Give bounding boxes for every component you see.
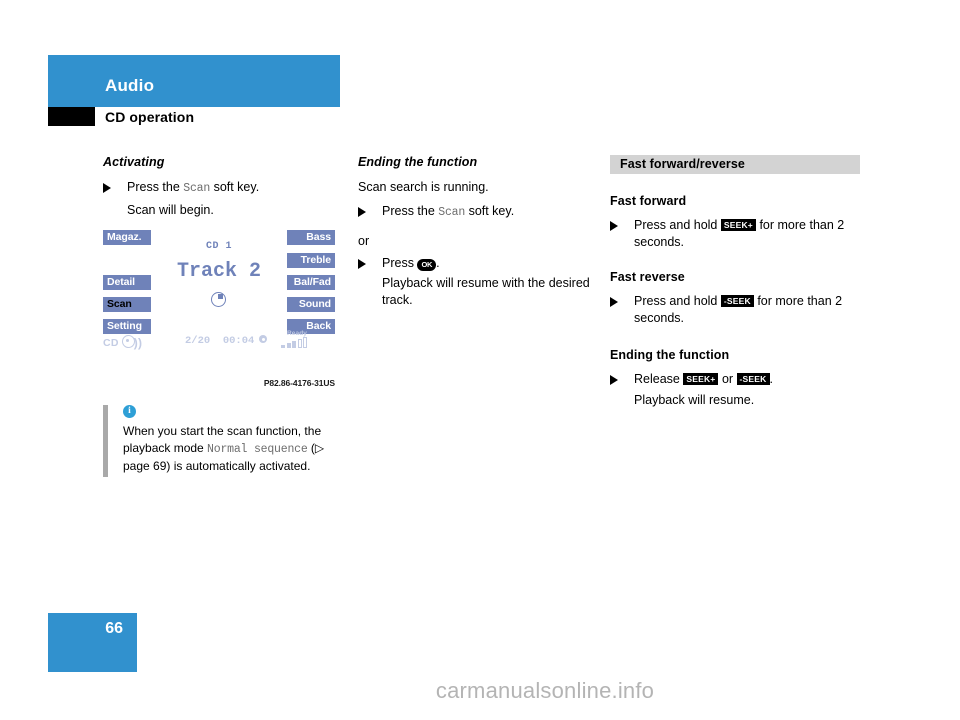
triangle-bullet-icon [358,258,366,269]
seek-forward-key-icon: SEEK+ [683,373,719,385]
step-release-seek: Release SEEK+ or -SEEK. [610,371,860,388]
step-text-prefix: Press and hold [634,218,721,232]
fast-reverse-heading: Fast reverse [610,270,685,284]
playback-resume-text: Playback will resume with the desired tr… [382,276,590,307]
page-section-title: Audio [105,76,155,95]
ending-function-heading: Ending the function [358,155,478,169]
step-text-suffix: . [436,255,440,270]
right-column: Fast forward/reverse Fast forward Press … [610,155,860,420]
scan-running-text: Scan search is running. [358,180,489,194]
seek-reverse-key-icon: -SEEK [736,373,770,385]
seek-forward-key-icon: SEEK+ [720,219,756,231]
fast-forward-heading: Fast forward [610,194,687,208]
page-title: CD operation [105,109,195,125]
triangle-bullet-icon [610,221,618,231]
step-text-suffix: soft key. [210,180,260,194]
triangle-bullet-icon [358,206,366,217]
softkey-sound[interactable]: Sound [287,297,335,312]
step-text-suffix: . [769,372,773,386]
figure-caption: P82.86-4176-31US [263,378,335,388]
header-band [48,55,340,107]
step-press-scan: Press the Scan soft key. [103,179,335,198]
or-separator: or [358,234,370,248]
middle-column: Ending the function Scan search is runni… [358,155,594,320]
signal-strength-icon [281,337,321,348]
step-text-prefix: Release [634,372,684,386]
activating-heading: Activating [103,155,165,169]
triangle-bullet-icon [610,297,618,307]
ready-label: Ready [287,330,308,337]
step-press-ok: Press OK. [358,255,594,272]
disc-activity-icon [259,335,268,343]
display-track-position: 2/20 [185,335,211,347]
step-result-text: Scan will begin. [127,202,214,217]
display-status-row: CD)) 2/20 00:04 Ready [103,330,335,350]
display-ready-indicator: Ready [281,330,321,348]
step-press-scan-end: Press the Scan soft key. [358,203,594,222]
display-track-time: 2/20 00:04 [185,335,268,347]
display-elapsed-time: 00:04 [222,335,255,347]
softkey-scan[interactable]: Scan [103,297,151,312]
info-mono-value: Normal sequence [207,442,308,456]
triangle-bullet-icon [610,375,618,385]
info-icon: i [123,405,136,418]
step-fast-reverse: Press and hold -SEEK for more than 2 sec… [610,293,860,326]
display-source-label: CD [103,337,119,349]
chapter-marker [48,107,95,126]
section-heading-bar: Fast forward/reverse [610,155,860,174]
triangle-bullet-icon [103,183,111,193]
ok-button-icon: OK [417,258,437,271]
head-unit-display-illustration: Magaz. Detail Scan Setting Bass Treble B… [103,230,335,375]
info-note-bar [103,405,108,477]
cd-disc-icon [121,335,135,348]
step-text-suffix: soft key. [465,203,515,218]
step-text-prefix: Press the [127,180,184,194]
step-text-prefix: Press and hold [634,294,721,308]
info-note: i When you start the scan function, the … [103,405,335,477]
scan-progress-clock-icon [211,292,226,307]
display-cd-label: CD 1 [205,241,232,252]
step-text-prefix: Press the [382,203,439,218]
step-text-prefix: Press [382,255,418,270]
step-fast-forward: Press and hold SEEK+ for more than 2 sec… [610,217,860,250]
display-track-label: Track 2 [176,260,261,283]
ending-function-heading-right: Ending the function [610,348,730,362]
watermark: carmanualsonline.info [435,678,655,703]
softkey-name: Scan [183,182,211,195]
cd-waves-icon: )) [133,336,143,350]
page-number: 66 [105,620,123,637]
display-source-indicator: CD)) [103,335,142,350]
info-note-text: When you start the scan function, the pl… [123,423,335,475]
softkey-setting[interactable]: Setting [103,319,151,334]
softkey-name: Scan [438,205,466,219]
step-text-middle: or [718,372,737,386]
seek-reverse-key-icon: -SEEK [720,295,754,307]
playback-resume-text-right: Playback will resume. [634,392,755,407]
left-column: Activating Press the Scan soft key. Scan… [103,155,335,477]
